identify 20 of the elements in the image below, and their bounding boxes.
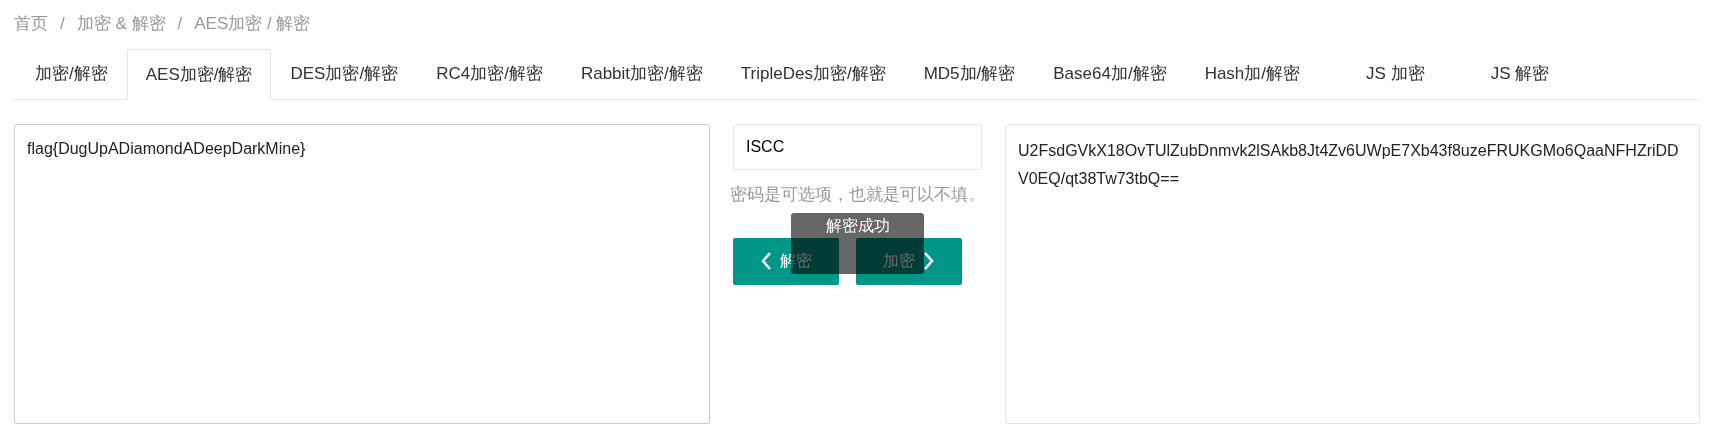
tab[interactable]: Rabbit加密/解密 <box>561 48 722 99</box>
tab[interactable]: RC4加密/解密 <box>417 48 562 99</box>
tab[interactable]: TripleDes加密/解密 <box>721 48 905 99</box>
breadcrumb-separator: / <box>176 13 184 36</box>
tab[interactable]: Base64加/解密 <box>1034 48 1186 99</box>
tab[interactable]: 加密/解密 <box>16 48 127 99</box>
chevron-right-icon <box>923 251 935 271</box>
key-hint: 密码是可选项，也就是可以不填。 <box>730 184 985 206</box>
ciphertext-field[interactable]: U2FsdGVkX18OvTUlZubDnmvk2lSAkb8Jt4Zv6UWpE7Xb43f8uzeFRUKGMo6QaaNFHZriDDV0EQ/qt38Tw73tbQ== <box>1005 124 1700 424</box>
tab[interactable]: Hash加/解密 <box>1185 48 1320 99</box>
tab[interactable]: JS 解密 <box>1471 48 1569 99</box>
tab[interactable]: AES加密/解密 <box>126 49 272 100</box>
decrypt-button[interactable]: 解密 <box>733 237 839 285</box>
tab[interactable]: DES加密/解密 <box>271 48 418 99</box>
key-field[interactable]: ISCC <box>733 124 982 170</box>
chevron-left-icon <box>760 251 772 271</box>
breadcrumb-separator: / <box>59 13 66 36</box>
tab[interactable]: MD5加/解密 <box>904 48 1035 99</box>
tab[interactable]: JS 加密 <box>1347 48 1444 99</box>
plaintext-field[interactable]: flag{DugUpADiamondADeepDarkMine} <box>14 124 710 424</box>
